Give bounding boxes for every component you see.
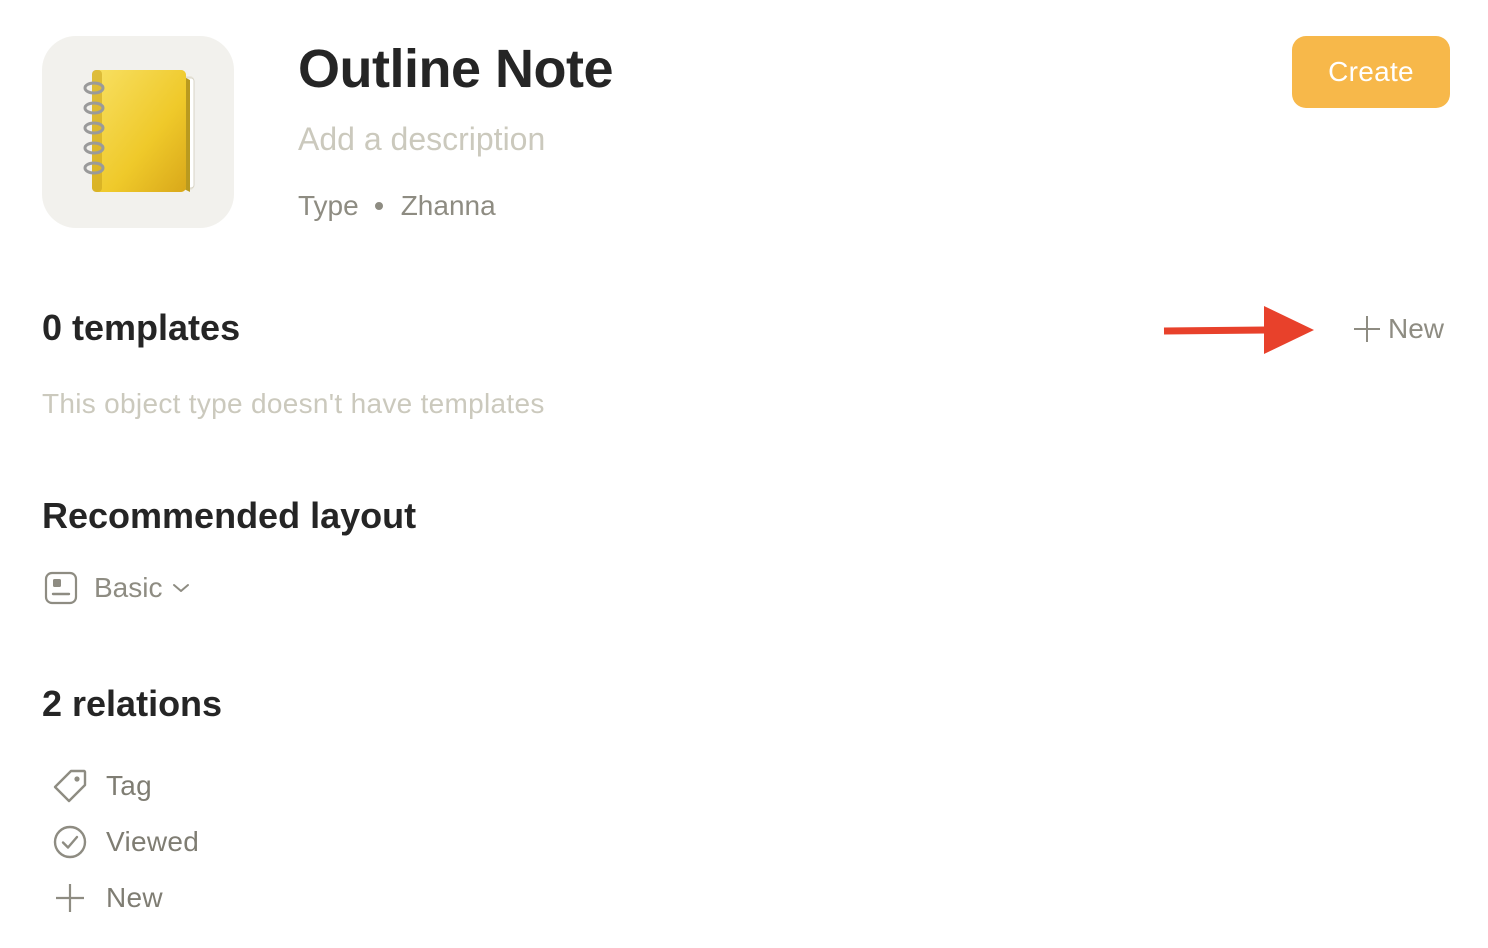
plus-icon: [1352, 314, 1382, 344]
object-type-icon[interactable]: [42, 36, 234, 228]
layout-select[interactable]: Basic: [44, 566, 190, 610]
annotation-arrow-icon: [1163, 306, 1314, 354]
meta-author[interactable]: Zhanna: [401, 190, 496, 222]
chevron-down-icon: [172, 582, 190, 594]
tag-icon: [50, 766, 90, 806]
relation-label: Viewed: [106, 826, 200, 857]
notebook-emoji-icon: [83, 70, 195, 192]
check-circle-icon: [50, 822, 90, 862]
relation-item-tag[interactable]: Tag: [50, 764, 152, 808]
plus-icon: [50, 878, 90, 918]
meta-type-label: Type: [298, 190, 359, 221]
templates-heading: 0 templates: [42, 307, 241, 348]
relation-label: Tag: [106, 770, 153, 801]
new-template-button[interactable]: New: [1352, 308, 1444, 350]
new-relation-button[interactable]: New: [50, 876, 163, 920]
templates-empty-state: This object type doesn't have templates: [42, 388, 545, 419]
new-template-label: New: [1388, 313, 1445, 344]
relation-item-viewed[interactable]: Viewed: [50, 820, 199, 864]
relations-heading: 2 relations: [42, 683, 223, 724]
new-relation-label: New: [106, 882, 163, 913]
layout-basic-icon: [44, 571, 78, 605]
separator-dot-icon: [374, 202, 383, 210]
description-field[interactable]: Add a description: [298, 118, 545, 160]
object-meta: Type Zhanna: [298, 186, 496, 226]
create-button[interactable]: Create: [1292, 36, 1450, 108]
page-title[interactable]: Outline Note: [298, 36, 614, 102]
layout-select-value: Basic: [94, 572, 163, 603]
layout-heading: Recommended layout: [42, 495, 417, 536]
